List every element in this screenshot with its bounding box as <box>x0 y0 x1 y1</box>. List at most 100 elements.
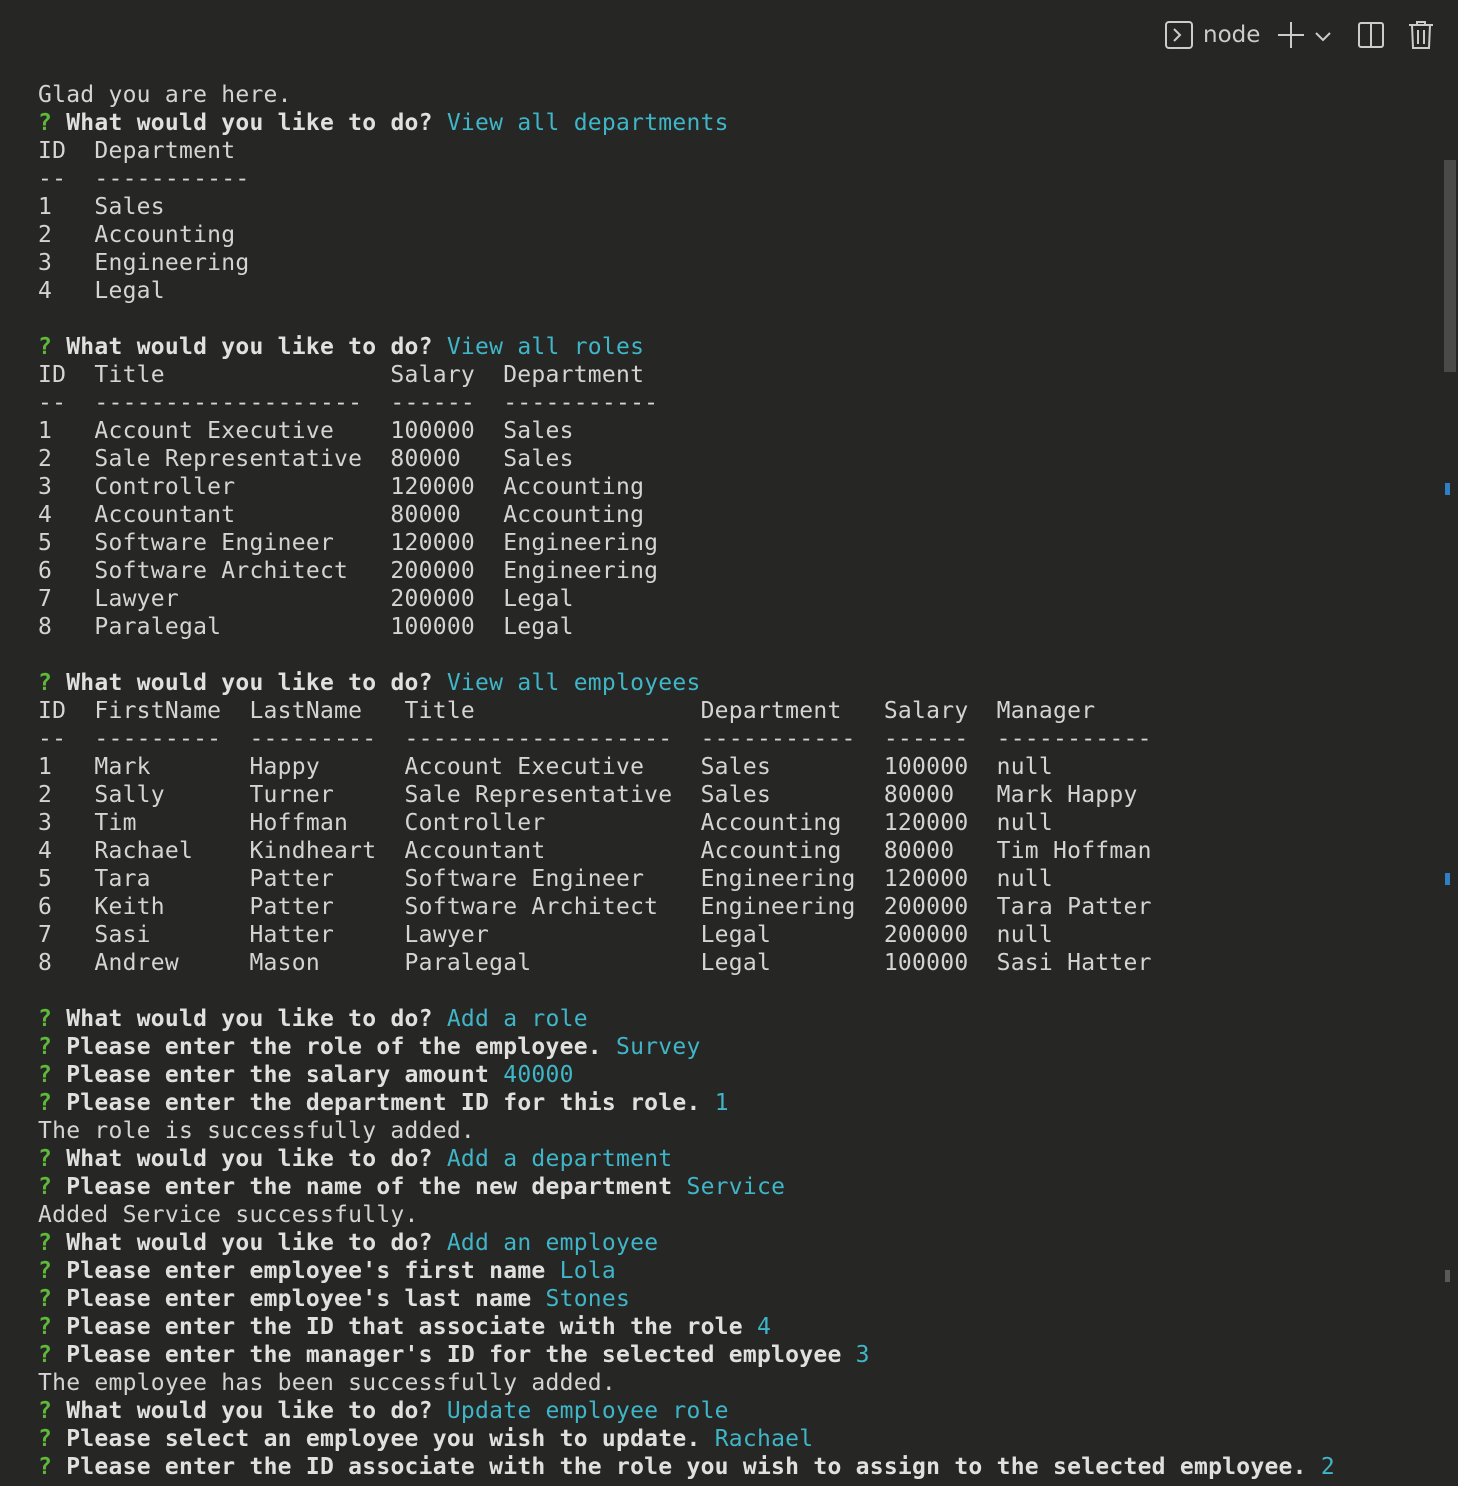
output-text: 2 Accounting <box>38 222 236 248</box>
output-text: 4 Legal <box>38 278 165 304</box>
prompt-question: What would you like to do? <box>66 334 447 360</box>
output-text: ID Title Salary Department <box>38 362 645 388</box>
prompt-marker: ? <box>38 1314 67 1340</box>
prompt-question: Please enter employee's last name <box>66 1286 546 1312</box>
output-text: -- ----------- <box>38 166 250 192</box>
prompt-marker: ? <box>38 110 67 136</box>
terminal-line: 1 Mark Happy Account Executive Sales 100… <box>38 753 1428 781</box>
chevron-down-icon[interactable] <box>1313 26 1333 46</box>
terminal-line: 7 Lawyer 200000 Legal <box>38 585 1428 613</box>
prompt-marker: ? <box>38 1258 67 1284</box>
prompt-answer: Survey <box>616 1034 701 1060</box>
output-text: 8 Paralegal 100000 Legal <box>38 614 574 640</box>
split-icon[interactable] <box>1356 20 1386 50</box>
scroll-marker <box>1445 483 1450 495</box>
prompt-marker: ? <box>38 334 67 360</box>
terminal-line: ? What would you like to do? View all de… <box>38 109 1428 137</box>
terminal-output[interactable]: Glad you are here.? What would you like … <box>38 81 1428 1486</box>
terminal-line: ? Please enter the role of the employee.… <box>38 1033 1428 1061</box>
output-text: -- ------------------- ------ ----------… <box>38 390 659 416</box>
output-text: -- --------- --------- -----------------… <box>38 726 1152 752</box>
terminal-line: ? Please enter employee's first name Lol… <box>38 1257 1428 1285</box>
prompt-marker: ? <box>38 1062 67 1088</box>
output-text: Added Service successfully. <box>38 1202 419 1228</box>
prompt-question: Please enter the ID that associate with … <box>66 1314 757 1340</box>
terminal-line: 2 Sally Turner Sale Representative Sales… <box>38 781 1428 809</box>
trash-icon[interactable] <box>1407 19 1435 51</box>
prompt-marker: ? <box>38 1006 67 1032</box>
prompt-marker: ? <box>38 1090 67 1116</box>
output-text: 7 Sasi Hatter Lawyer Legal 200000 null <box>38 922 1053 948</box>
prompt-question: Please enter the salary amount <box>66 1062 504 1088</box>
terminal-line: The role is successfully added. <box>38 1117 1428 1145</box>
terminal-line: ? Please enter the ID associate with the… <box>38 1453 1428 1481</box>
prompt-marker: ? <box>38 1174 67 1200</box>
prompt-answer: View all departments <box>446 110 729 136</box>
terminal-line: 7 Sasi Hatter Lawyer Legal 200000 null <box>38 921 1428 949</box>
terminal-line: 3 Engineering <box>38 249 1428 277</box>
terminal-line: ? Please enter the department ID for thi… <box>38 1089 1428 1117</box>
terminal-line: 2 Accounting <box>38 221 1428 249</box>
prompt-answer: 1 <box>714 1090 729 1116</box>
prompt-answer: Stones <box>545 1286 631 1312</box>
terminal-line: ? What would you like to do? Add an empl… <box>38 1229 1428 1257</box>
prompt-question: Please enter the department ID for this … <box>66 1090 715 1116</box>
terminal-line: 6 Keith Patter Software Architect Engine… <box>38 893 1428 921</box>
prompt-answer: Add an employee <box>446 1230 659 1256</box>
prompt-question: What would you like to do? <box>66 110 447 136</box>
scrollbar[interactable] <box>1442 70 1458 1486</box>
prompt-answer: Service <box>686 1174 786 1200</box>
terminal-line: 8 Andrew Mason Paralegal Legal 100000 Sa… <box>38 949 1428 977</box>
terminal-line: ? What would you like to do? Update empl… <box>38 1397 1428 1425</box>
output-text: ID Department <box>38 138 236 164</box>
output-text: 3 Controller 120000 Accounting <box>38 474 645 500</box>
prompt-question: Please enter the manager's ID for the se… <box>66 1342 856 1368</box>
terminal-line: 6 Software Architect 200000 Engineering <box>38 557 1428 585</box>
prompt-question: Please select an employee you wish to up… <box>66 1426 715 1452</box>
add-icon[interactable] <box>1275 19 1307 51</box>
terminal-line: 2 Sale Representative 80000 Sales <box>38 445 1428 473</box>
prompt-question: Please enter the name of the new departm… <box>66 1174 687 1200</box>
terminal-line: ID Title Salary Department <box>38 361 1428 389</box>
output-text: The employee has been successfully added… <box>38 1370 616 1396</box>
prompt-marker: ? <box>38 1342 67 1368</box>
prompt-answer: View all employees <box>446 670 701 696</box>
prompt-answer: Lola <box>559 1258 616 1284</box>
prompt-marker: ? <box>38 1454 67 1480</box>
prompt-answer: Update employee role <box>446 1398 729 1424</box>
terminal-shell-name[interactable]: node <box>1203 20 1260 50</box>
terminal-line: -- ------------------- ------ ----------… <box>38 389 1428 417</box>
prompt-question: Please enter the ID associate with the r… <box>66 1454 1321 1480</box>
prompt-question: What would you like to do? <box>66 1006 447 1032</box>
terminal-line: ID FirstName LastName Title Department S… <box>38 697 1428 725</box>
terminal-line: 4 Legal <box>38 277 1428 305</box>
output-text: 6 Software Architect 200000 Engineering <box>38 558 659 584</box>
scrollbar-thumb[interactable] <box>1444 160 1456 372</box>
terminal-line: 5 Tara Patter Software Engineer Engineer… <box>38 865 1428 893</box>
terminal-line: -- ----------- <box>38 165 1428 193</box>
terminal-line: ? What would you like to do? View all ro… <box>38 333 1428 361</box>
terminal-line: 1 Account Executive 100000 Sales <box>38 417 1428 445</box>
output-text: 6 Keith Patter Software Architect Engine… <box>38 894 1152 920</box>
prompt-marker: ? <box>38 1426 67 1452</box>
terminal-line: 8 Paralegal 100000 Legal <box>38 613 1428 641</box>
output-text: 2 Sale Representative 80000 Sales <box>38 446 574 472</box>
prompt-marker: ? <box>38 1398 67 1424</box>
terminal-line: 3 Tim Hoffman Controller Accounting 1200… <box>38 809 1428 837</box>
prompt-answer: View all roles <box>446 334 645 360</box>
prompt-question: Please enter employee's first name <box>66 1258 560 1284</box>
prompt-question: What would you like to do? <box>66 1146 447 1172</box>
output-text: Glad you are here. <box>38 82 292 108</box>
prompt-answer: Add a role <box>446 1006 588 1032</box>
terminal-line: ? What would you like to do? Add a depar… <box>38 1145 1428 1173</box>
terminal-icon[interactable] <box>1164 20 1194 50</box>
terminal-line: ? Please enter employee's last name Ston… <box>38 1285 1428 1313</box>
terminal-line: ? Please enter the manager's ID for the … <box>38 1341 1428 1369</box>
terminal-line: 4 Rachael Kindheart Accountant Accountin… <box>38 837 1428 865</box>
terminal-line: ID Department <box>38 137 1428 165</box>
prompt-marker: ? <box>38 1146 67 1172</box>
terminal-toolbar: node <box>0 0 1458 70</box>
terminal-line: The employee has been successfully added… <box>38 1369 1428 1397</box>
